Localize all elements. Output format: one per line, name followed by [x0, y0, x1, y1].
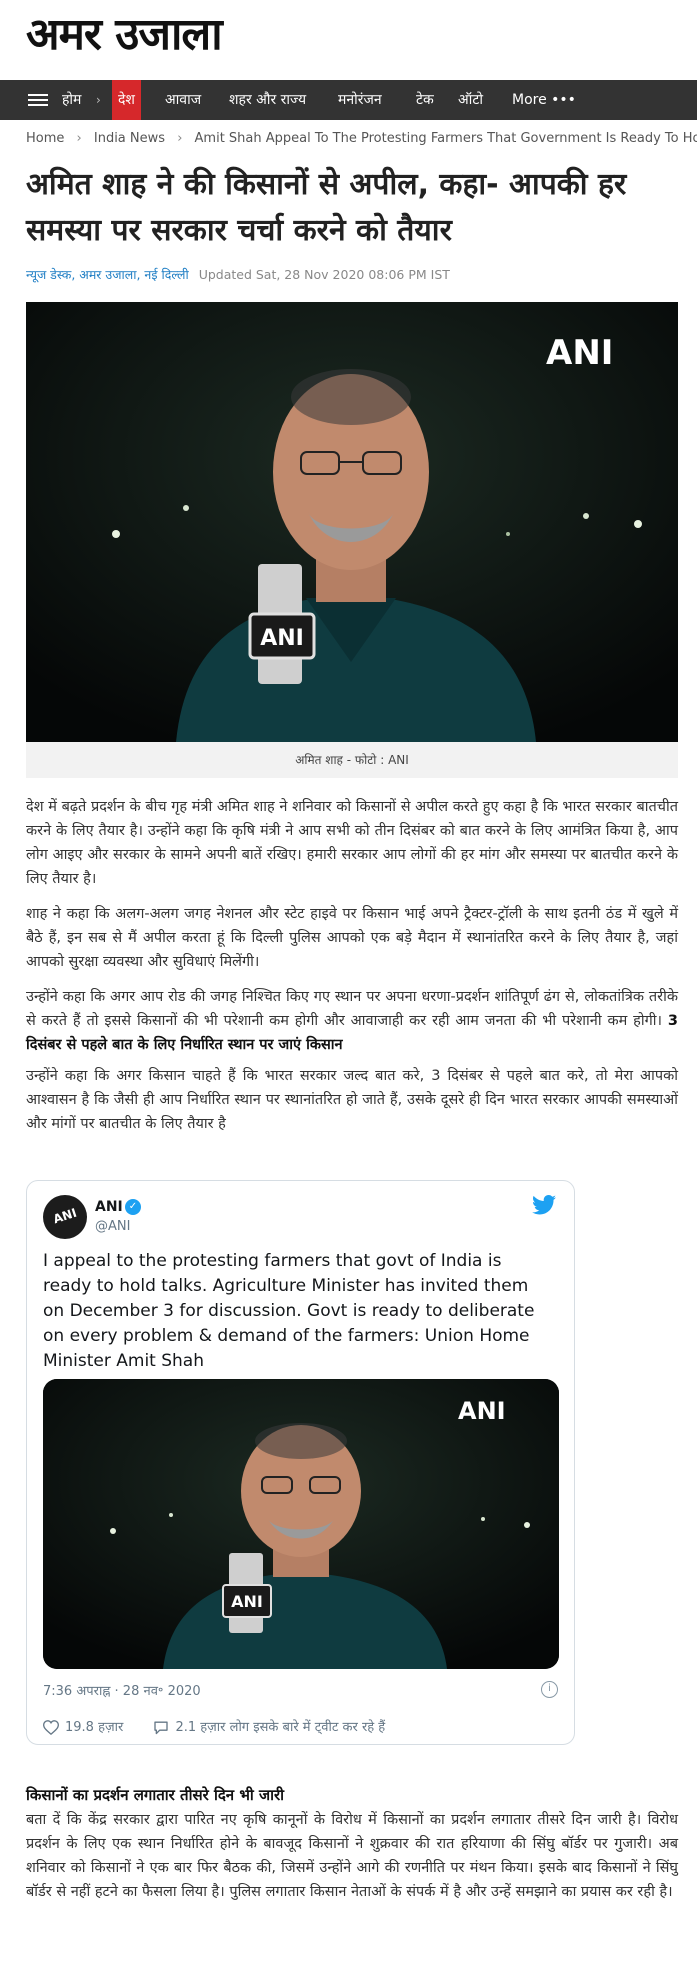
- nav-item-entertainment[interactable]: मनोरंजन: [338, 80, 382, 120]
- avatar-label: ANI: [51, 1205, 79, 1227]
- tweet-media[interactable]: ANI ANI: [43, 1379, 559, 1669]
- hero-image: ANI ANI: [26, 302, 678, 742]
- like-count: 19.8 हज़ार: [65, 1720, 124, 1735]
- nav-item-awaaz[interactable]: आवाज: [165, 80, 201, 120]
- ani-watermark: ANI: [546, 333, 613, 373]
- nav-item-desh[interactable]: देश: [112, 80, 141, 120]
- author-link[interactable]: न्यूज डेस्क, अमर उजाला, नई दिल्ली: [26, 267, 189, 282]
- nav-item-auto[interactable]: ऑटो: [458, 80, 483, 120]
- tweet-author-name[interactable]: ANI: [95, 1199, 123, 1215]
- hero-caption: अमित शाह - फोटो : ANI: [26, 742, 678, 778]
- article-paragraph: शाह ने कहा कि अलग-अलग जगह नेशनल और स्टेट…: [26, 906, 678, 970]
- tweet-actions: 19.8 हज़ार 2.1 हज़ार लोग इसके बारे में ट…: [42, 1717, 411, 1736]
- chevron-right-icon: ›: [96, 93, 101, 107]
- breadcrumb-home[interactable]: Home: [26, 131, 64, 146]
- mic-ani-label: ANI: [231, 1592, 263, 1611]
- twitter-bird-icon[interactable]: [532, 1195, 556, 1215]
- main-nav: होम › देश आवाज शहर और राज्य मनोरंजन टेक …: [0, 80, 697, 120]
- menu-icon[interactable]: [28, 94, 48, 106]
- section-heading: किसानों का प्रदर्शन लगातार तीसरे दिन भी …: [26, 1786, 285, 1804]
- tweet-text: I appeal to the protesting farmers that …: [43, 1251, 535, 1371]
- breadcrumb: Home › India News › Amit Shah Appeal To …: [26, 131, 697, 151]
- hero-photo: ANI ANI: [26, 302, 678, 742]
- nav-item-more[interactable]: More •••: [512, 80, 576, 120]
- page-title: अमित शाह ने की किसानों से अपील, कहा- आपक…: [26, 167, 627, 248]
- tweet-timestamp[interactable]: 7:36 अपराह्न · 28 नव॰ 2020: [43, 1681, 201, 1699]
- article-paragraph: उन्होंने कहा कि अगर किसान चाहते हैं कि भ…: [26, 1068, 678, 1132]
- comment-icon: [154, 1721, 169, 1735]
- article-paragraph-text: उन्होंने कहा कि अगर आप रोड की जगह निश्चि…: [26, 989, 678, 1029]
- info-icon[interactable]: i: [541, 1681, 558, 1698]
- mic-ani-label: ANI: [260, 626, 304, 651]
- article-paragraph: उन्होंने कहा कि अगर आप रोड की जगह निश्चि…: [26, 985, 678, 1057]
- nav-item-home[interactable]: होम: [62, 80, 81, 120]
- article-paragraph: देश में बढ़ते प्रदर्शन के बीच गृह मंत्री…: [26, 799, 678, 887]
- embedded-tweet[interactable]: ANI ANI ✓ @ANI I appeal to the protestin…: [26, 1180, 575, 1745]
- like-button[interactable]: 19.8 हज़ार: [42, 1717, 124, 1736]
- site-header: अमर उजाला: [0, 0, 697, 80]
- heart-icon: [42, 1720, 60, 1736]
- tweet-photo: ANI ANI: [43, 1379, 559, 1669]
- tweet-author-handle[interactable]: @ANI: [95, 1219, 130, 1234]
- verified-icon: ✓: [125, 1199, 141, 1215]
- reply-count: 2.1 हज़ार लोग इसके बारे में ट्वीट कर रहे…: [175, 1720, 386, 1735]
- breadcrumb-india-news[interactable]: India News: [94, 131, 165, 146]
- ani-watermark: ANI: [458, 1397, 506, 1425]
- chevron-right-icon: ›: [76, 131, 82, 146]
- updated-timestamp: Updated Sat, 28 Nov 2020 08:06 PM IST: [198, 267, 450, 282]
- nav-item-tech[interactable]: टेक: [416, 80, 434, 120]
- avatar[interactable]: ANI: [43, 1195, 87, 1239]
- nav-item-city-state[interactable]: शहर और राज्य: [229, 80, 306, 120]
- site-logo[interactable]: अमर उजाला: [26, 2, 223, 62]
- reply-button[interactable]: 2.1 हज़ार लोग इसके बारे में ट्वीट कर रहे…: [153, 1717, 385, 1735]
- article-paragraph: बता दें कि केंद्र सरकार द्वारा पारित नए …: [26, 1812, 678, 1900]
- breadcrumb-current: Amit Shah Appeal To The Protesting Farme…: [194, 131, 697, 146]
- byline: न्यूज डेस्क, अमर उजाला, नई दिल्ली Update…: [26, 266, 450, 283]
- chevron-right-icon: ›: [177, 131, 183, 146]
